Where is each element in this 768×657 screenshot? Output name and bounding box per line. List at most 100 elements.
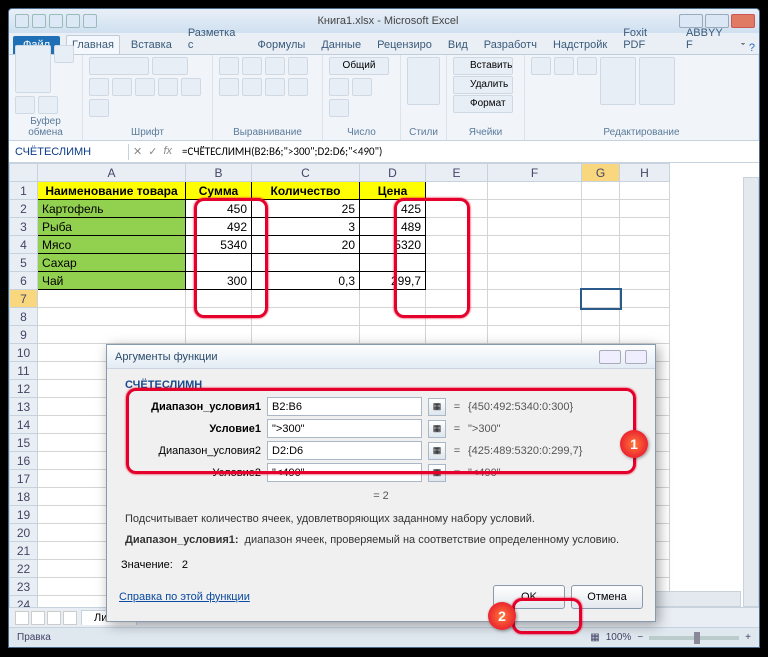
col-header-F[interactable]: F: [488, 164, 582, 182]
cell-E-8[interactable]: [426, 308, 488, 326]
find-select-button[interactable]: [639, 57, 675, 105]
format-cells-button[interactable]: Формат: [453, 95, 513, 113]
row-header-2[interactable]: 2: [10, 200, 38, 218]
cell-b-6[interactable]: 300: [186, 272, 252, 290]
row-header-6[interactable]: 6: [10, 272, 38, 290]
tab-review[interactable]: Рецензиро: [372, 36, 437, 54]
italic-icon[interactable]: [112, 78, 132, 96]
range-picker-icon-1[interactable]: ▦: [428, 420, 446, 438]
range-picker-icon-0[interactable]: ▦: [428, 398, 446, 416]
arg-input-3[interactable]: [267, 463, 422, 482]
zoom-in-icon[interactable]: +: [745, 632, 751, 643]
row-header-15[interactable]: 15: [10, 434, 38, 452]
range-picker-icon-2[interactable]: ▦: [428, 442, 446, 460]
align-middle-icon[interactable]: [242, 57, 262, 75]
header-sum[interactable]: Сумма: [186, 182, 252, 200]
vertical-scrollbar[interactable]: [743, 177, 759, 607]
row-header-21[interactable]: 21: [10, 542, 38, 560]
cell-H-8[interactable]: [620, 308, 670, 326]
dialog-close-icon[interactable]: [625, 350, 647, 364]
delete-cells-button[interactable]: Удалить: [453, 76, 513, 94]
cell-H-7[interactable]: [620, 290, 670, 308]
header-price[interactable]: Цена: [360, 182, 426, 200]
col-header-A[interactable]: A: [38, 164, 186, 182]
row-header-20[interactable]: 20: [10, 524, 38, 542]
tab-addins[interactable]: Надстройк: [548, 36, 612, 54]
cancel-button[interactable]: Отмена: [571, 585, 643, 609]
cell-b-3[interactable]: 492: [186, 218, 252, 236]
tab-developer[interactable]: Разработч: [479, 36, 542, 54]
cell-F-8[interactable]: [488, 308, 582, 326]
fx-icon[interactable]: fx: [163, 145, 172, 158]
row-header-9[interactable]: 9: [10, 326, 38, 344]
zoom-slider[interactable]: [649, 636, 739, 640]
cell-name-4[interactable]: Мясо: [38, 236, 186, 254]
cell-d-5[interactable]: [360, 254, 426, 272]
arg-input-0[interactable]: [267, 397, 422, 416]
arg-input-1[interactable]: [267, 419, 422, 438]
cell-d-2[interactable]: 425: [360, 200, 426, 218]
row-header-10[interactable]: 10: [10, 344, 38, 362]
sheet-nav-prev-icon[interactable]: [31, 611, 45, 625]
format-painter-icon[interactable]: [38, 96, 58, 114]
paste-button[interactable]: [15, 45, 51, 93]
row-header-1[interactable]: 1: [10, 182, 38, 200]
enter-formula-icon[interactable]: ✓: [148, 145, 157, 158]
cell-E-9[interactable]: [426, 326, 488, 344]
cell-c-2[interactable]: 25: [252, 200, 360, 218]
border-icon[interactable]: [158, 78, 178, 96]
row-header-11[interactable]: 11: [10, 362, 38, 380]
row-header-24[interactable]: 24: [10, 596, 38, 608]
row-header-3[interactable]: 3: [10, 218, 38, 236]
cell-G-8[interactable]: [582, 308, 620, 326]
save-icon[interactable]: [32, 14, 46, 28]
row-header-14[interactable]: 14: [10, 416, 38, 434]
cell-d-3[interactable]: 489: [360, 218, 426, 236]
cell-D-8[interactable]: [360, 308, 426, 326]
cell-A-7[interactable]: [38, 290, 186, 308]
row-header-13[interactable]: 13: [10, 398, 38, 416]
number-format-dropdown[interactable]: Общий: [329, 57, 389, 75]
tab-data[interactable]: Данные: [316, 36, 366, 54]
styles-button[interactable]: [407, 57, 440, 105]
cell-name-2[interactable]: Картофель: [38, 200, 186, 218]
font-size-dropdown[interactable]: [152, 57, 188, 75]
col-header-H[interactable]: H: [620, 164, 670, 182]
col-header-D[interactable]: D: [360, 164, 426, 182]
autosum-icon[interactable]: [531, 57, 551, 75]
cut-icon[interactable]: [54, 45, 74, 63]
row-header-17[interactable]: 17: [10, 470, 38, 488]
row-header-18[interactable]: 18: [10, 488, 38, 506]
cancel-formula-icon[interactable]: ✕: [133, 145, 142, 158]
cell-A-8[interactable]: [38, 308, 186, 326]
cell-name-3[interactable]: Рыба: [38, 218, 186, 236]
tab-foxit[interactable]: Foxit PDF: [618, 24, 675, 54]
align-left-icon[interactable]: [288, 57, 308, 75]
tab-abbyy[interactable]: ABBYY F: [681, 24, 735, 54]
row-header-23[interactable]: 23: [10, 578, 38, 596]
comma-icon[interactable]: [329, 99, 349, 117]
header-name[interactable]: Наименование товара: [38, 182, 186, 200]
cell-c-6[interactable]: 0,3: [252, 272, 360, 290]
row-header-7[interactable]: 7: [10, 290, 38, 308]
fill-icon[interactable]: [554, 57, 574, 75]
align-bottom-icon[interactable]: [265, 57, 285, 75]
font-name-dropdown[interactable]: [89, 57, 149, 75]
fill-color-icon[interactable]: [181, 78, 201, 96]
cell-name-6[interactable]: Чай: [38, 272, 186, 290]
arg-input-2[interactable]: [267, 441, 422, 460]
cell-F-7[interactable]: [488, 290, 582, 308]
cell-D-9[interactable]: [360, 326, 426, 344]
wrap-text-icon[interactable]: [265, 78, 285, 96]
cell-D-7[interactable]: [360, 290, 426, 308]
tab-formulas[interactable]: Формулы: [252, 36, 310, 54]
row-header-5[interactable]: 5: [10, 254, 38, 272]
col-header-G[interactable]: G: [582, 164, 620, 182]
dialog-help-link[interactable]: Справка по этой функции: [119, 591, 250, 603]
percent-icon[interactable]: [352, 78, 372, 96]
cell-c-4[interactable]: 20: [252, 236, 360, 254]
view-normal-icon[interactable]: ▦: [590, 632, 599, 643]
ribbon-minimize-icon[interactable]: ˇ: [741, 42, 745, 54]
cell-B-9[interactable]: [186, 326, 252, 344]
align-right-icon[interactable]: [242, 78, 262, 96]
